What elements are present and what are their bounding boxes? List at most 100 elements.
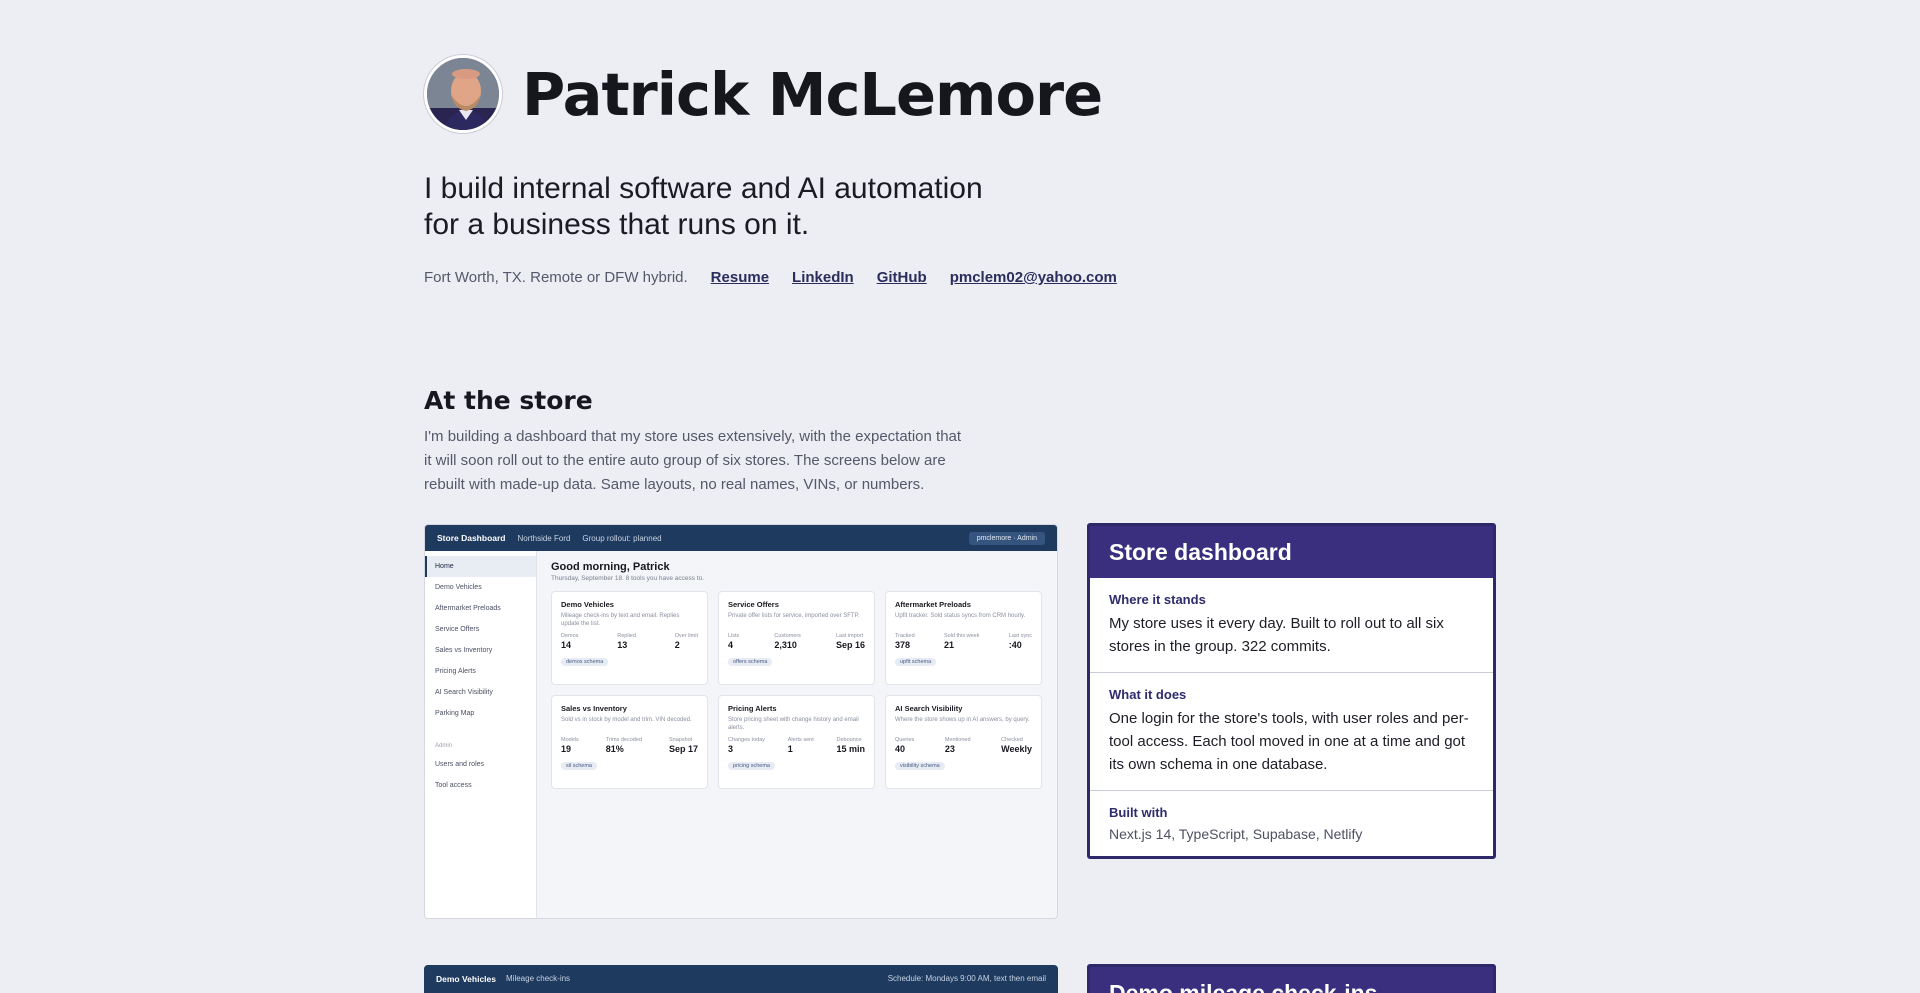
card-stat: Over limit 2 <box>675 633 698 650</box>
card-stats: Queries 40 Mentioned 23 Checked Weekly <box>895 737 1032 754</box>
stat-label: Replied <box>617 633 636 639</box>
demo-vehicles-screenshot: Demo Vehicles Mileage check-ins Schedule… <box>424 965 1058 993</box>
stat-label: Customers <box>774 633 801 639</box>
demo-brand: Demo Vehicles <box>436 974 497 984</box>
card-stats: Tracked 378 Sold this week 21 Last sync:40 <box>895 633 1032 650</box>
dashboard-sidebar: Home Demo Vehicles Aftermarket Preloads … <box>425 551 537 918</box>
stat-value: Sep 16 <box>835 640 865 650</box>
dashboard-card: Service Offers Private offer lists for se… <box>718 591 875 685</box>
sidebar-item-aftermarket: Aftermarket Preloads <box>435 605 501 612</box>
card-desc: Upfit tracker. Sold status syncs from CR… <box>895 613 1026 619</box>
panel-row-stack: Built with Next.js 14, TypeScript, Supab… <box>1090 791 1493 856</box>
dashboard-screenshot: Store Dashboard Northside Ford Group rol… <box>424 524 1058 919</box>
location-text: Fort Worth, TX. Remote or DFW hybrid. <box>424 269 688 286</box>
sidebar-item-sales: Sales vs Inventory <box>435 647 493 654</box>
dashboard-topbar: Store Dashboard Northside Ford Group rol… <box>425 525 1057 551</box>
stat-label: Sold this week <box>943 633 980 639</box>
sidebar-item-home: Home <box>425 556 536 577</box>
card-stats: Demos 14 Replied 13 Over limit 2 <box>561 633 698 650</box>
stat-label: Debounce <box>836 737 862 743</box>
dashboard-user-badge: pmclemore · Admin <box>968 531 1045 545</box>
demo-panel-title: Demo mileage check-ins <box>1087 964 1496 993</box>
sidebar-item-parking: Parking Map <box>435 710 475 717</box>
card-tag: offers schema <box>728 658 773 666</box>
card-stat: Checked Weekly <box>1001 737 1032 754</box>
panel-label: Where it stands <box>1109 592 1206 607</box>
dashboard-card: Sales vs Inventory Sold vs in stock by mo… <box>551 695 708 789</box>
stat-label: Tracked <box>895 633 915 639</box>
card-stat: Models 19 <box>561 737 579 754</box>
stat-value: 3 <box>728 744 734 754</box>
card-desc: Sold vs in stock by model and trim. VIN … <box>561 717 692 723</box>
panel-label: What it does <box>1109 687 1187 702</box>
section-intro: I'm building a dashboard that my store u… <box>424 428 962 493</box>
panel-label: Built with <box>1109 805 1168 820</box>
stat-label: Models <box>561 737 579 743</box>
hero: Patrick McLemore I build internal softwa… <box>424 55 1424 286</box>
dashboard-store: Northside Ford <box>517 533 571 543</box>
card-desc: Store pricing sheet with change history … <box>728 717 859 731</box>
stat-value: 4 <box>728 640 734 650</box>
sidebar-item-users: Users and roles <box>435 761 485 768</box>
card-stat: Changes today 3 <box>728 737 765 754</box>
card-tag: upfit schema <box>895 658 937 666</box>
dashboard-card: AI Search Visibility Where the store show… <box>885 695 1042 789</box>
demo-sub: Mileage check-ins <box>506 974 571 983</box>
stat-value: 14 <box>561 640 572 650</box>
dashboard-cards: Demo Vehicles Mileage check-ins by text a… <box>551 591 1043 789</box>
stat-value: 1 <box>787 744 793 754</box>
card-stat: Alerts sent 1 <box>788 737 814 754</box>
sidebar-item-demo-vehicles: Demo Vehicles <box>435 584 482 591</box>
stat-value: Weekly <box>1001 744 1032 754</box>
stat-label: Over limit <box>674 633 698 639</box>
card-title: Sales vs Inventory <box>561 704 627 713</box>
card-title: Demo Vehicles <box>561 600 614 609</box>
card-stat: Queries 40 <box>895 737 914 754</box>
stat-value: :40 <box>1008 640 1022 650</box>
card-stat: Sold this week 21 <box>944 633 979 650</box>
github-link[interactable]: GitHub <box>877 269 927 286</box>
stat-label: Lists <box>728 633 740 639</box>
card-stat: Lists 4 <box>728 633 739 650</box>
section-title: At the store <box>424 386 593 415</box>
name-row: Patrick McLemore <box>424 55 1424 133</box>
card-stat: Customers 2,310 <box>774 633 801 650</box>
panel-row-status: Where it stands My store uses it every d… <box>1090 578 1493 673</box>
dashboard-card: Pricing Alerts Store pricing sheet with c… <box>718 695 875 789</box>
card-stat: Demos 14 <box>561 633 578 650</box>
stat-value: 81% <box>605 744 624 754</box>
card-tag: pricing schema <box>728 762 775 770</box>
stat-label: Mentioned <box>944 737 971 743</box>
stat-value: 378 <box>895 640 911 650</box>
stat-label: Queries <box>895 737 915 743</box>
linkedin-link[interactable]: LinkedIn <box>792 269 854 286</box>
card-stat: Last import Sep 16 <box>836 633 865 650</box>
card-title: Service Offers <box>728 600 779 609</box>
stat-value: 2 <box>674 640 680 650</box>
email-link[interactable]: pmclem02@yahoo.com <box>950 269 1117 286</box>
card-stats: Models 19 Trims decoded 81% Snapshot Sep 17 <box>561 737 698 754</box>
project-panel: Store dashboard Where it stands My store… <box>1087 523 1496 859</box>
card-desc: Private offer lists for service, importe… <box>728 613 860 619</box>
page-title: Patrick McLemore <box>522 59 1103 129</box>
card-tag: sil schema <box>561 762 597 770</box>
stat-value: 23 <box>944 744 955 754</box>
sidebar-item-tool-access: Tool access <box>435 782 472 789</box>
stat-value: 15 min <box>836 744 865 754</box>
sidebar-item-pricing: Pricing Alerts <box>435 668 476 675</box>
stat-value: 19 <box>561 744 572 754</box>
sidebar-group-admin: Admin <box>435 743 453 749</box>
dashboard-card: Aftermarket Preloads Upfit tracker. Sold … <box>885 591 1042 685</box>
resume-link[interactable]: Resume <box>711 269 769 286</box>
dashboard-rollout: Group rollout: planned <box>582 533 662 543</box>
card-title: Pricing Alerts <box>728 704 777 713</box>
card-stat: Debounce 15 min <box>836 737 865 754</box>
card-stats: Lists 4 Customers 2,310 Last import Sep 16 <box>728 633 865 650</box>
card-stat: Tracked 378 <box>895 633 915 650</box>
contact-row: Fort Worth, TX. Remote or DFW hybrid. Re… <box>424 269 1424 286</box>
card-stat: Snapshot Sep 17 <box>669 737 698 754</box>
card-tag: demos schema <box>561 658 609 666</box>
stat-value: 40 <box>895 744 906 754</box>
dashboard-greeting: Good morning, Patrick <box>551 561 670 573</box>
card-stat: Last sync:40 <box>1009 633 1032 650</box>
